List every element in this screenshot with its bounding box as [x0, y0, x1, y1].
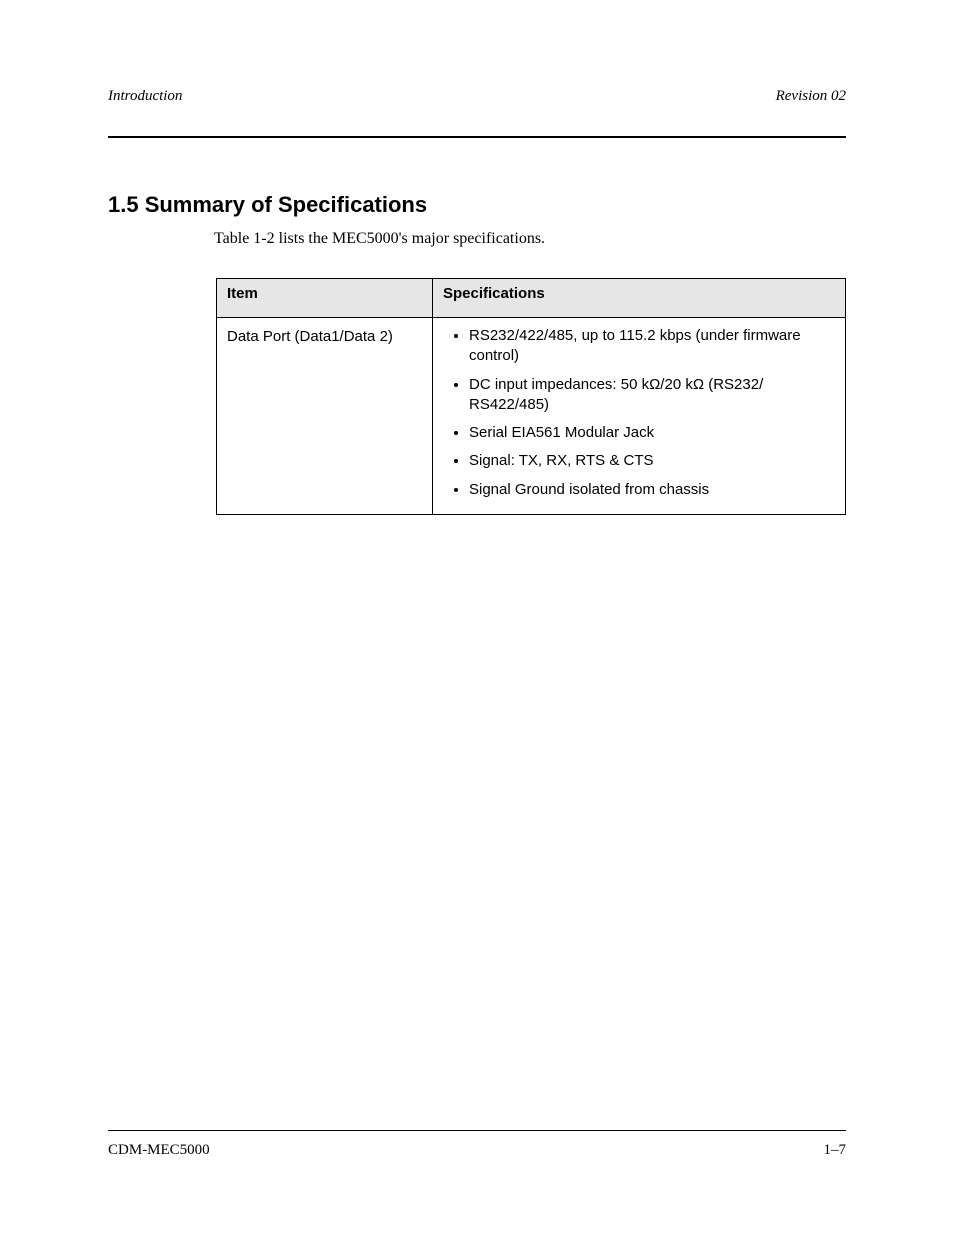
table-row: Data Port (Data1/Data 2) RS232/422/485, … — [217, 318, 846, 515]
list-item: Signal Ground isolated from chassis — [469, 476, 837, 504]
list-item: RS232/422/485, up to 115.2 kbps (under f… — [469, 322, 837, 371]
footer-right: 1–7 — [824, 1142, 847, 1159]
header-divider — [108, 136, 846, 138]
list-item: Signal: TX, RX, RTS & CTS — [469, 447, 837, 475]
header-left: Introduction — [108, 88, 182, 105]
table-header-spec: Specifications — [433, 279, 846, 318]
spec-list: RS232/422/485, up to 115.2 kbps (under f… — [441, 322, 837, 504]
section-heading: 1.5 Summary of Specifications — [108, 192, 427, 218]
table-cell-item: Data Port (Data1/Data 2) — [217, 318, 433, 515]
specifications-table: Item Specifications Data Port (Data1/Dat… — [216, 278, 846, 515]
footer-left: CDM-MEC5000 — [108, 1142, 210, 1159]
table-cell-spec: RS232/422/485, up to 115.2 kbps (under f… — [433, 318, 846, 515]
list-item: Serial EIA561 Modular Jack — [469, 419, 837, 447]
footer-divider — [108, 1130, 846, 1131]
table-header-row: Item Specifications — [217, 279, 846, 318]
list-item: DC input impedances: 50 kΩ/20 kΩ (RS232/… — [469, 371, 837, 420]
header-right: Revision 02 — [776, 88, 846, 105]
table-header-item: Item — [217, 279, 433, 318]
section-subtitle: Table 1-2 lists the MEC5000's major spec… — [214, 230, 545, 248]
page: Introduction Revision 02 1.5 Summary of … — [0, 0, 954, 1235]
